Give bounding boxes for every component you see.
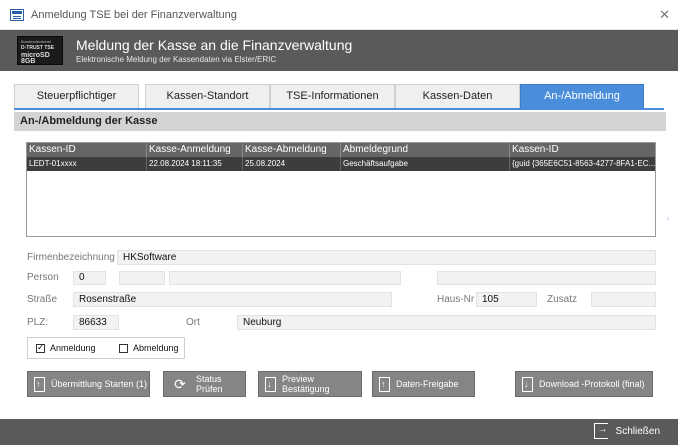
close-button[interactable]: Schließen	[593, 423, 660, 439]
tab-steuerpflichtiger[interactable]: Steuerpflichtiger	[14, 84, 139, 108]
start-transmission-button[interactable]: Übermittlung Starten (1)	[27, 371, 150, 397]
upload-icon	[379, 376, 390, 392]
app-header: Bundesdruckerei D-TRUST TSE microSD 8GB …	[0, 30, 678, 71]
zusatz-field[interactable]	[591, 292, 656, 307]
upload-icon	[34, 376, 45, 392]
header-title: Meldung der Kasse an die Finanzverwaltun…	[76, 37, 353, 53]
footer-bar: Schließen	[0, 419, 678, 445]
column-header[interactable]: Abmeldegrund	[341, 143, 510, 157]
anmeldung-checkbox[interactable]: Anmeldung	[36, 342, 96, 353]
check-status-button[interactable]: ⟳ Status Prüfen	[163, 371, 246, 397]
table-cell: 22.08.2024 18:11:35	[147, 157, 243, 171]
firma-field[interactable]: HKSoftware	[117, 250, 656, 265]
plz-label: PLZ:	[27, 317, 49, 328]
ort-field[interactable]: Neuburg	[237, 315, 656, 330]
column-header[interactable]: Kasse-Abmeldung	[243, 143, 341, 157]
column-header[interactable]: Kassen-ID	[510, 143, 655, 157]
checkbox-unchecked-icon[interactable]	[119, 343, 128, 353]
strasse-label: Straße	[27, 294, 58, 305]
refresh-icon: ⟳	[174, 375, 186, 392]
download-icon	[522, 376, 533, 392]
kassen-table: Kassen-ID Kasse-Anmeldung Kasse-Abmeldun…	[26, 142, 656, 237]
tab-an-abmeldung[interactable]: An-/Abmeldung	[520, 84, 644, 108]
hausnr-label: Haus-Nr	[437, 294, 475, 305]
tab-underline	[14, 108, 664, 110]
table-header: Kassen-ID Kasse-Anmeldung Kasse-Abmeldun…	[27, 143, 655, 157]
person-label: Person	[27, 272, 59, 283]
table-cell: 25.08.2024	[243, 157, 341, 171]
meldeart-group: Anmeldung Abmeldung	[27, 337, 185, 359]
column-header[interactable]: Kasse-Anmeldung	[147, 143, 243, 157]
checkbox-checked-icon[interactable]	[36, 342, 45, 353]
app-window-icon	[10, 8, 24, 21]
strasse-field[interactable]: Rosenstraße	[73, 292, 392, 307]
close-icon[interactable]: ✕	[659, 7, 670, 23]
table-cell: LEDT-01xxxx	[27, 157, 147, 171]
scroll-right-icon[interactable]: ›	[660, 208, 676, 228]
title-bar: Anmeldung TSE bei der Finanzverwaltung ✕	[0, 0, 678, 30]
exit-icon	[593, 423, 608, 439]
header-subtitle: Elektronische Meldung der Kassendaten vi…	[76, 55, 277, 64]
download-protocol-button[interactable]: Download -Protokoll (final)	[515, 371, 653, 397]
person-field-3[interactable]	[169, 271, 401, 285]
tab-kassen-daten[interactable]: Kassen-Daten	[395, 84, 520, 108]
tse-card-logo: Bundesdruckerei D-TRUST TSE microSD 8GB	[17, 36, 63, 65]
preview-confirmation-button[interactable]: Preview Bestätigung	[258, 371, 362, 397]
person-field[interactable]: 0	[73, 271, 106, 285]
hausnr-field[interactable]: 105	[476, 292, 537, 307]
plz-field[interactable]: 86633	[73, 315, 119, 330]
table-cell: {guid {365E6C51-8563-4277-8FA1-EC...	[512, 159, 655, 168]
person-field-4[interactable]	[437, 271, 656, 285]
ort-label: Ort	[186, 317, 200, 328]
table-cell: Geschäftsaufgabe	[341, 157, 510, 171]
person-field-2[interactable]	[119, 271, 165, 285]
table-row[interactable]: LEDT-01xxxx 22.08.2024 18:11:35 25.08.20…	[27, 157, 655, 171]
zusatz-label: Zusatz	[547, 294, 578, 305]
tab-kassen-standort[interactable]: Kassen-Standort	[145, 84, 270, 108]
firma-label: Firmenbezeichnung	[27, 252, 115, 263]
abmeldung-checkbox[interactable]: Abmeldung	[119, 343, 179, 353]
download-icon	[265, 376, 276, 392]
window-title: Anmeldung TSE bei der Finanzverwaltung	[31, 8, 237, 21]
column-header[interactable]: Kassen-ID	[27, 143, 147, 157]
data-release-button[interactable]: Daten-Freigabe	[372, 371, 475, 397]
section-title: An-/Abmeldung der Kasse	[14, 112, 666, 131]
tab-tse-informationen[interactable]: TSE-Informationen	[270, 84, 395, 108]
